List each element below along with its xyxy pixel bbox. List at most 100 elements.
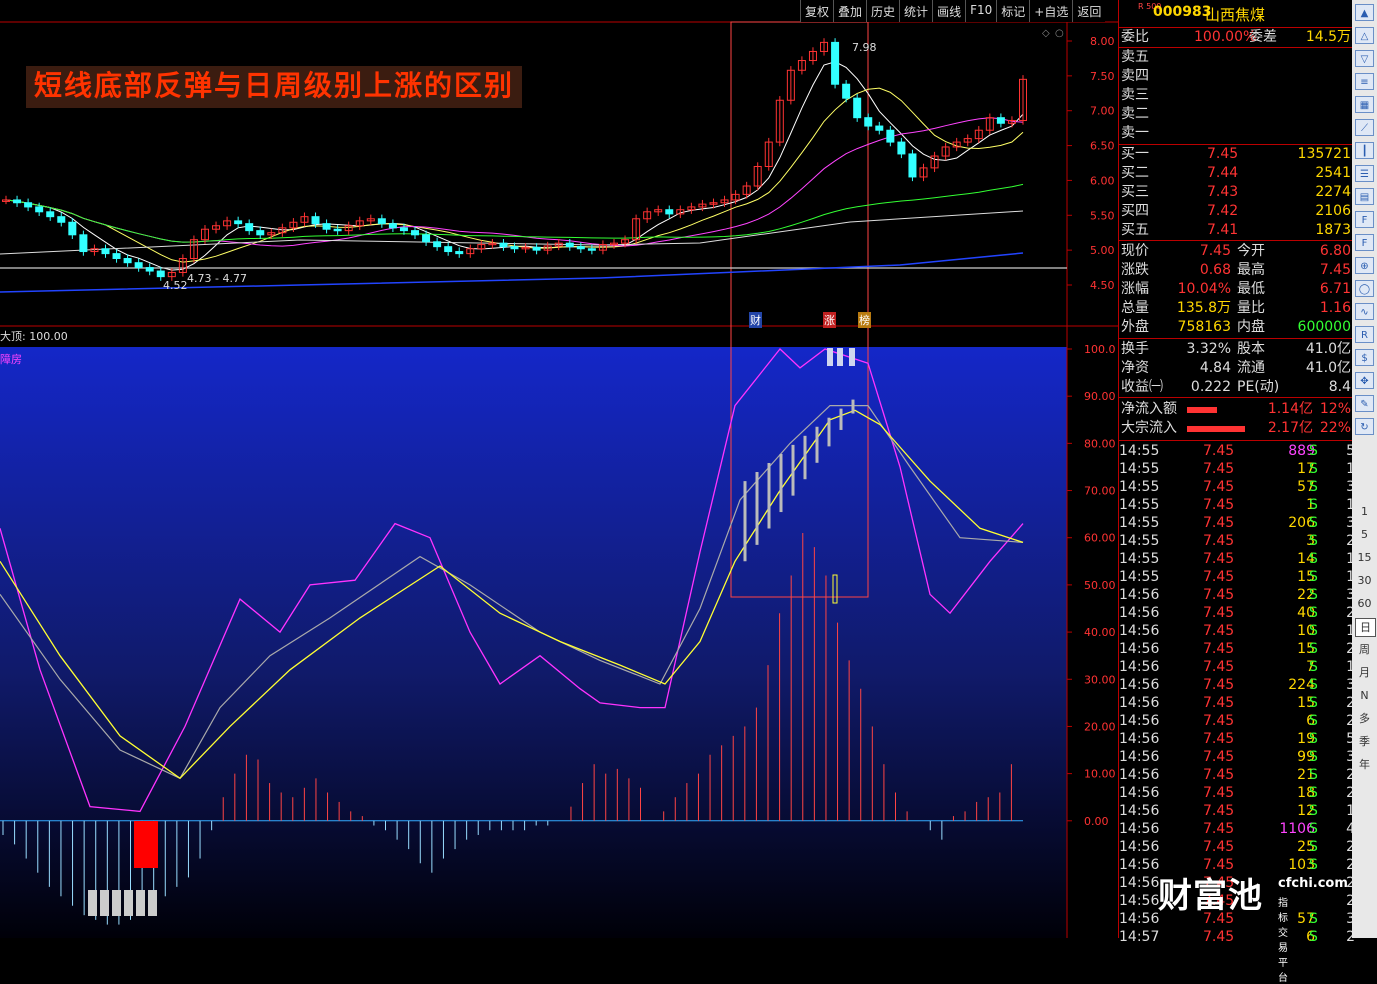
- tick-side: S: [1309, 767, 1318, 783]
- circle-icon[interactable]: ◯: [1355, 280, 1374, 297]
- fund-label: 股本: [1237, 341, 1265, 357]
- sell-label: 卖四: [1121, 68, 1149, 84]
- sell-label: 卖一: [1121, 125, 1149, 141]
- tick-row: 14:56 7.45 22 S 3: [1119, 586, 1355, 605]
- f10-icon[interactable]: F: [1355, 211, 1374, 228]
- buy-volume: 135721: [1297, 146, 1351, 162]
- toolbar-fuquan-button[interactable]: 复权: [800, 0, 833, 22]
- stock-name[interactable]: 山西焦煤: [1205, 4, 1265, 25]
- tick-time: 14:56: [1119, 857, 1160, 873]
- tick-row: 14:56 7.45 15 S 2: [1119, 694, 1355, 713]
- candle-body: [311, 216, 320, 225]
- toolbar-mark-button[interactable]: 标记: [996, 0, 1029, 22]
- f10-icon[interactable]: F: [1355, 234, 1374, 251]
- price-tick: 6.00: [1090, 174, 1115, 187]
- toolbar-back-button[interactable]: 返回: [1072, 0, 1105, 22]
- toolbar-draw-button[interactable]: 画线: [932, 0, 965, 22]
- candle-body: [422, 234, 431, 243]
- wave-icon[interactable]: ∿: [1355, 303, 1374, 320]
- stat-value: 1.16: [1319, 300, 1351, 316]
- arrow-up-outline-icon[interactable]: △: [1355, 27, 1374, 44]
- candle-icon[interactable]: ┃: [1355, 142, 1374, 159]
- rsi-icon[interactable]: R: [1355, 326, 1374, 343]
- candle-body: [499, 242, 508, 248]
- stat-label: 涨幅: [1121, 281, 1149, 297]
- tick-price: 7.45: [1203, 605, 1235, 621]
- toolbar-f10-button[interactable]: F10: [965, 0, 996, 22]
- toolbar-add-watchlist-button[interactable]: +自选: [1029, 0, 1072, 22]
- period-8[interactable]: N: [1355, 687, 1374, 704]
- flow-pct: 22%: [1319, 420, 1351, 436]
- dollar-icon[interactable]: $: [1355, 349, 1374, 366]
- fund-label: 换手: [1121, 341, 1149, 357]
- period-11[interactable]: 年: [1355, 756, 1374, 773]
- tick-row: 14:55 7.45 17 S 1: [1119, 460, 1355, 479]
- tick-side: S: [1309, 497, 1318, 513]
- stat-label: 总量: [1121, 300, 1149, 316]
- period-2[interactable]: 15: [1355, 549, 1374, 566]
- period-10[interactable]: 季: [1355, 733, 1374, 750]
- tick-price: 7.45: [1203, 659, 1235, 675]
- period-3[interactable]: 30: [1355, 572, 1374, 589]
- chart-close-icon[interactable]: ◇: [1042, 28, 1050, 39]
- buy-price: 7.43: [1207, 184, 1239, 200]
- candle-body: [101, 248, 110, 255]
- tick-side: S: [1309, 803, 1318, 819]
- tick-price: 7.45: [1203, 551, 1235, 567]
- period-0[interactable]: 1: [1355, 503, 1374, 520]
- zoom-icon[interactable]: ⊕: [1355, 257, 1374, 274]
- indicator-tick: 0.00: [1084, 815, 1109, 828]
- arrow-down-outline-icon[interactable]: ▽: [1355, 50, 1374, 67]
- move-icon[interactable]: ✥: [1355, 372, 1374, 389]
- tick-row: 14:56 7.45 1106 S 4: [1119, 820, 1355, 839]
- candle-body: [68, 221, 77, 236]
- bottom-signal-block: [100, 890, 109, 916]
- pen-icon[interactable]: ✎: [1355, 395, 1374, 412]
- period-4[interactable]: 60: [1355, 595, 1374, 612]
- main-chart[interactable]: 8.00 7.50 7.00 6.50 6.00 5.50 5.00 4.50 100.0 90…: [0, 0, 1118, 938]
- period-6[interactable]: 周: [1355, 641, 1374, 658]
- candle-body: [24, 202, 33, 208]
- fund-value: 4.84: [1199, 360, 1231, 376]
- toolbar-history-button[interactable]: 历史: [866, 0, 899, 22]
- toolbar-overlay-button[interactable]: 叠加: [833, 0, 866, 22]
- period-7[interactable]: 月: [1355, 664, 1374, 681]
- stat-value: 6.71: [1319, 281, 1351, 297]
- indicator-tick: 20.00: [1084, 720, 1116, 733]
- chart-max-icon[interactable]: ○: [1055, 28, 1064, 39]
- indicator-tick: 100.0: [1084, 343, 1116, 356]
- watermark-sub: 指标交易平台: [1278, 898, 1288, 984]
- price-tick: 5.50: [1090, 209, 1115, 222]
- fund-value: 41.0亿: [1305, 341, 1351, 357]
- tick-time: 14:56: [1119, 659, 1160, 675]
- fund-row: 换手 3.32% 股本 41.0亿: [1119, 340, 1353, 359]
- stat-label: 最高: [1237, 262, 1265, 278]
- price-tick: 7.50: [1090, 70, 1115, 83]
- indicator-tick: 30.00: [1084, 673, 1116, 686]
- tick-price: 7.45: [1203, 443, 1235, 459]
- watermark-url: cfchi.com: [1278, 876, 1348, 891]
- period-9[interactable]: 多: [1355, 710, 1374, 727]
- stock-code[interactable]: 000983: [1153, 4, 1211, 20]
- tick-side: S: [1309, 749, 1318, 765]
- tick-time: 14:55: [1119, 461, 1160, 477]
- list-icon[interactable]: ☰: [1355, 165, 1374, 182]
- line-chart-icon[interactable]: ⟋: [1355, 119, 1374, 136]
- fund-label: PE(动): [1237, 379, 1280, 395]
- book-icon[interactable]: ▤: [1355, 188, 1374, 205]
- high-annotation: 7.98: [852, 41, 877, 54]
- indicator-tick: 90.00: [1084, 390, 1116, 403]
- stat-label: 最低: [1237, 281, 1265, 297]
- toolbar-stats-button[interactable]: 统计: [899, 0, 932, 22]
- book-icon[interactable]: ≡: [1355, 73, 1374, 90]
- tick-side: S: [1309, 839, 1318, 855]
- grid-icon[interactable]: ▦: [1355, 96, 1374, 113]
- tick-time: 14:56: [1119, 839, 1160, 855]
- refresh-icon[interactable]: ↻: [1355, 418, 1374, 435]
- period-1[interactable]: 5: [1355, 526, 1374, 543]
- tick-time: 14:55: [1119, 497, 1160, 513]
- candle-body: [433, 241, 442, 248]
- period-5[interactable]: 日: [1355, 618, 1376, 637]
- tick-price: 7.45: [1203, 515, 1235, 531]
- arrow-up-icon[interactable]: ▲: [1355, 4, 1374, 21]
